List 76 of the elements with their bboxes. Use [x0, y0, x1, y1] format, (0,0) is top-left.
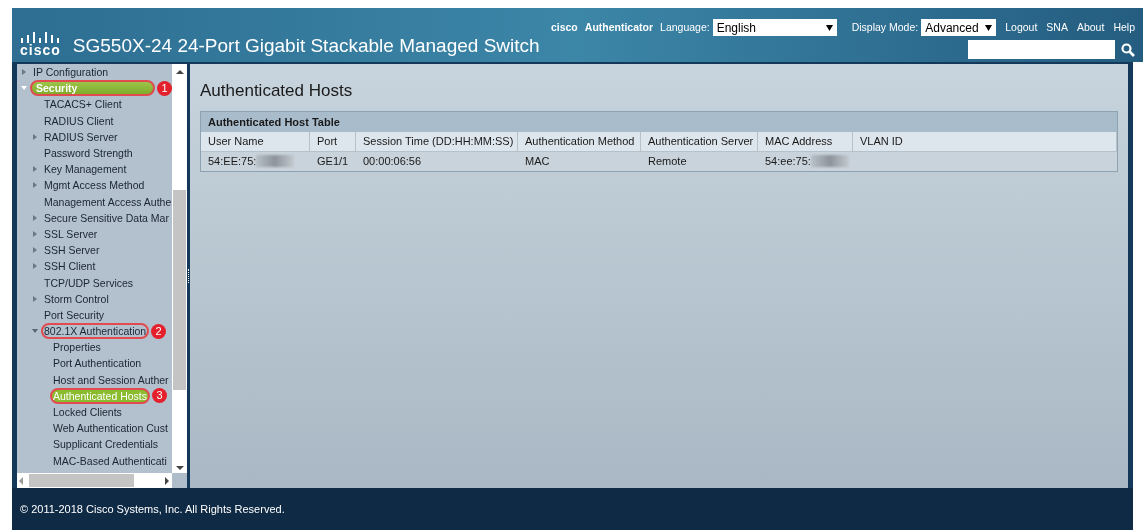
column-header: Authentication Server	[641, 131, 758, 151]
column-header: Authentication Method	[518, 131, 641, 151]
copyright-text: © 2011-2018 Cisco Systems, Inc. All Rights Reserved.	[20, 501, 285, 517]
nav-item[interactable]: Locked Clients	[50, 404, 125, 421]
caret-right-icon[interactable]	[32, 230, 38, 237]
nav-item[interactable]: Key Management	[41, 161, 130, 178]
header-link[interactable]: Logout	[1005, 19, 1038, 36]
nav-item[interactable]: MAC-Based Authenticati	[50, 452, 170, 469]
nav-item[interactable]: Mgmt Access Method	[41, 177, 148, 194]
caret-down-icon	[825, 24, 833, 31]
nav-item[interactable]: IP Configuration	[30, 64, 112, 81]
nav-item[interactable]: TACACS+ Client	[41, 96, 125, 113]
scrollbar-thumb[interactable]	[173, 190, 186, 390]
caret-right-icon[interactable]	[32, 182, 38, 189]
nav-item[interactable]: Host and Session Auther	[50, 371, 172, 388]
callout-marker: 2	[151, 323, 167, 339]
vertical-scrollbar[interactable]	[172, 64, 187, 473]
display-mode-select[interactable]: Advanced	[921, 19, 997, 36]
column-header: User Name	[201, 131, 310, 151]
nav-item[interactable]: SSL Server	[41, 225, 101, 242]
header-link[interactable]: SNA	[1046, 19, 1068, 36]
nav-item[interactable]: Web Authentication Cust	[50, 420, 171, 437]
table-cell-text: 00:00:06:56	[363, 153, 422, 169]
nav-item[interactable]: Management Access Authe	[41, 193, 172, 210]
caret-down-icon	[985, 24, 993, 31]
page-title: Authenticated Hosts	[200, 80, 354, 102]
callout-marker: 3	[152, 388, 167, 404]
nav-item[interactable]: TCP/UDP Services	[41, 274, 137, 291]
column-header: MAC Address	[758, 131, 853, 151]
nav-item[interactable]: Properties	[50, 339, 104, 356]
nav-item[interactable]: 802.1X Authentication	[41, 323, 150, 340]
caret-right-icon[interactable]	[32, 214, 38, 221]
column-header: Session Time (DD:HH:MM:SS)	[356, 131, 518, 151]
header-link[interactable]: Help	[1113, 19, 1135, 36]
scrollbar-thumb[interactable]	[29, 474, 134, 487]
cisco-bars-icon	[20, 31, 61, 43]
nav-item[interactable]: SSH Server	[41, 242, 103, 259]
caret-down-icon[interactable]	[32, 328, 38, 335]
table-cell-text: Remote	[648, 153, 687, 169]
caret-down-icon[interactable]	[21, 85, 27, 92]
nav-item[interactable]: RADIUS Server	[41, 128, 121, 145]
caret-right-icon[interactable]	[32, 263, 38, 270]
splitter-handle[interactable]	[188, 269, 189, 283]
table-title: Authenticated Host Table	[201, 111, 1117, 132]
column-header: VLAN ID	[853, 131, 1117, 151]
product-title: SG550X-24 24-Port Gigabit Stackable Managed Switch	[72, 35, 540, 57]
nav-item[interactable]: Password Strength	[41, 145, 136, 162]
nav-item[interactable]: Supplicant Credentials	[50, 436, 162, 453]
nav-item[interactable]: SSH Client	[41, 258, 99, 275]
display-mode-label: Display Mode:	[851, 19, 919, 35]
logo-text: cisco	[20, 43, 61, 57]
callout-marker: 1	[157, 80, 172, 96]
table-cell: 54:EE:75:	[208, 152, 295, 170]
caret-right-icon[interactable]	[32, 247, 38, 254]
caret-right-icon[interactable]	[32, 133, 38, 140]
user-role: Authenticator	[584, 19, 654, 35]
nav-item[interactable]: Port Security	[41, 306, 108, 323]
language-label: Language:	[660, 19, 710, 35]
table-cell-text: MAC	[525, 153, 550, 169]
user-name: cisco	[550, 19, 578, 35]
nav-item[interactable]: Secure Sensitive Data Mar	[41, 209, 172, 226]
table-cell: 54:ee:75:	[765, 152, 849, 170]
search-field[interactable]	[968, 40, 1115, 59]
scroll-down-icon[interactable]	[175, 463, 184, 473]
search-icon[interactable]	[1121, 42, 1135, 57]
table-cell-text: GE1/1	[317, 153, 349, 169]
language-select[interactable]: English	[712, 19, 837, 36]
header-link[interactable]: About	[1076, 19, 1105, 36]
column-header: Port	[310, 131, 356, 151]
nav-item[interactable]: Storm Control	[41, 290, 112, 307]
nav-item[interactable]: Port Authentication	[50, 355, 145, 372]
nav-item[interactable]: RADIUS Client	[41, 112, 117, 129]
caret-right-icon[interactable]	[21, 69, 27, 76]
caret-right-icon[interactable]	[32, 295, 38, 302]
caret-right-icon[interactable]	[32, 166, 38, 173]
horizontal-scrollbar[interactable]	[17, 473, 172, 488]
